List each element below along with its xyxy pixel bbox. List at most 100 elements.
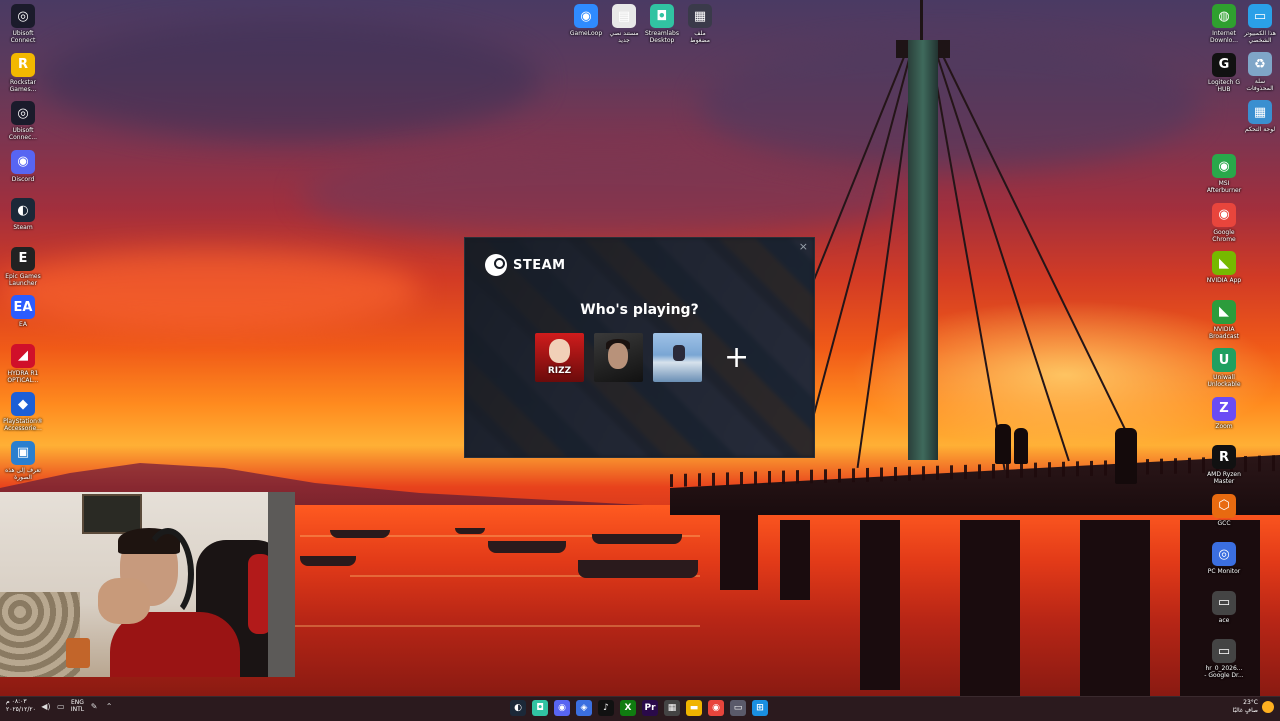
close-button[interactable]: × — [799, 240, 808, 253]
profile-avatar-3[interactable] — [653, 333, 702, 382]
pc-monitor-icon: ◎ — [1212, 542, 1236, 566]
weather-description: صافٍ غالبًا — [1232, 707, 1258, 714]
desktop-shortcut[interactable]: ◉ MSI Afterburner — [1202, 154, 1246, 194]
desktop-shortcut[interactable]: ◣ NVIDIA Broadcast — [1202, 299, 1246, 340]
shortcut-label: Discord — [11, 175, 35, 183]
boat — [488, 541, 566, 553]
sea-glimmer — [280, 625, 700, 627]
volume-icon[interactable]: ◀) — [41, 701, 51, 711]
desktop-shortcut[interactable]: ◎ Ubisoft Connect — [1, 4, 45, 44]
shortcut-label: سلة المحذوفات — [1246, 78, 1274, 92]
spotlight-icon: ▣ — [11, 440, 35, 465]
desktop-shortcut[interactable]: ⬡ GCC — [1202, 493, 1246, 527]
rockstar-icon: R — [11, 52, 35, 77]
cloud — [40, 20, 540, 140]
clock[interactable]: ٠٨:٠٣ م ٢٠٢٥/١٢/٢٠ — [6, 698, 36, 714]
taskbar-premiere-icon[interactable]: Pr — [642, 700, 658, 716]
taskbar-streamlabs-icon[interactable]: ◘ — [532, 700, 548, 716]
person-hand — [98, 578, 150, 624]
desktop-shortcut[interactable]: ◣ NVIDIA App — [1202, 251, 1246, 284]
desktop-shortcut[interactable]: Z Zoom — [1202, 396, 1246, 430]
uniwall-icon: U — [1212, 348, 1236, 372]
logitech-ghub-icon: G — [1212, 52, 1236, 77]
taskbar-file-explorer-icon[interactable]: ▬ — [686, 700, 702, 716]
weather-widget[interactable]: 23°C صافٍ غالبًا — [1233, 699, 1258, 715]
desktop-shortcut[interactable]: ◎ Ubisoft Connec... — [1, 101, 45, 141]
shortcut-label: Steam — [13, 224, 33, 231]
file-icon: ▭ — [1212, 590, 1236, 615]
desktop-shortcut[interactable]: EA EA — [1, 295, 45, 328]
desktop-shortcut[interactable]: ◉ Google Chrome — [1202, 202, 1246, 243]
language-indicator[interactable]: ENG INTL — [71, 699, 84, 713]
desktop-shortcut[interactable]: ▭ hr_0_2026... - Google Dr... — [1202, 639, 1246, 679]
shortcut-label: Epic Games Launcher — [5, 272, 41, 287]
boat — [300, 556, 356, 566]
shortcut-label: Uniwall Unlockable — [1207, 374, 1241, 388]
taskbar-calendar-icon[interactable]: ▦ — [664, 700, 680, 716]
cloud — [0, 250, 420, 330]
chevron-up-icon[interactable]: ⌃ — [104, 701, 114, 711]
desktop-shortcut[interactable]: ◎ PC Monitor — [1202, 542, 1246, 575]
cup — [66, 638, 90, 668]
steam-logo: STEAM — [485, 254, 566, 276]
taskbar: ٠٨:٠٣ م ٢٠٢٥/١٢/٢٠ ◀) ▭ ENG INTL ✎ ⌃ ◐ ◘ ◉… — [0, 696, 1280, 721]
shortcut-label: AMD Ryzen Master — [1207, 471, 1241, 485]
desktop-shortcut[interactable]: ♻ سلة المحذوفات — [1238, 52, 1280, 92]
shortcut-label: EA — [19, 321, 27, 328]
profile-list: RIZZ + — [535, 333, 749, 382]
shortcut-label: NVIDIA App — [1206, 277, 1242, 284]
chrome-icon: ◉ — [1212, 202, 1236, 227]
shortcut-label: NVIDIA Broadcast — [1208, 325, 1240, 340]
shortcut-label: Rockstar Games... — [9, 78, 37, 93]
steam-icon: ◐ — [11, 198, 35, 222]
sun-icon — [1262, 701, 1274, 713]
this-pc-icon: ▭ — [1248, 4, 1272, 28]
bridge-pylon — [908, 40, 938, 460]
desktop-shortcut[interactable]: ◉ Discord — [1, 149, 45, 183]
desktop-shortcut[interactable]: ◐ Steam — [1, 198, 45, 231]
playstation-accessories-icon: ◆ — [11, 392, 35, 416]
nvidia-broadcast-icon: ◣ — [1212, 299, 1236, 324]
add-account-button[interactable]: + — [724, 342, 749, 373]
steam-icon — [485, 254, 507, 276]
boat — [455, 528, 485, 534]
recycle-bin-icon: ♻ — [1248, 52, 1272, 76]
desktop-shortcut[interactable]: ◢ HYDRA R1 OPTICAL... — [1, 343, 45, 384]
desktop-shortcut[interactable]: E Epic Games Launcher — [1, 246, 45, 287]
taskbar-tiktok-icon[interactable]: ♪ — [598, 700, 614, 716]
discord-icon: ◉ — [11, 149, 35, 174]
taskbar-right: 23°C صافٍ غالبًا — [1233, 699, 1274, 715]
profile-avatar-1[interactable]: RIZZ — [535, 333, 584, 382]
pen-icon[interactable]: ✎ — [89, 701, 99, 711]
avatar-face — [608, 343, 628, 369]
desktop-shortcut[interactable]: R AMD Ryzen Master — [1202, 445, 1246, 485]
desktop-shortcut[interactable]: U Uniwall Unlockable — [1202, 348, 1246, 388]
desktop-shortcut[interactable]: ▭ ace — [1202, 590, 1246, 624]
network-icon[interactable]: ▭ — [56, 701, 66, 711]
archive-icon: ▦ — [688, 4, 712, 28]
taskbar-steam-icon[interactable]: ◐ — [510, 700, 526, 716]
shortcut-label: Zoom — [1215, 422, 1233, 430]
taskbar-xbox-icon[interactable]: X — [620, 700, 636, 716]
shortcut-label: Ubisoft Connect — [10, 30, 36, 44]
taskbar-start-icon[interactable]: ⊞ — [752, 700, 768, 716]
desktop-shortcut[interactable]: R Rockstar Games... — [1, 52, 45, 93]
desktop-shortcut[interactable]: ▭ هذا الكمبيوتر الشخصي — [1238, 4, 1280, 44]
taskbar-settings-icon[interactable]: ◈ — [576, 700, 592, 716]
boat — [578, 560, 698, 578]
gcc-icon: ⬡ — [1212, 493, 1236, 518]
pier-support — [860, 520, 900, 690]
shortcut-label: GCC — [1217, 519, 1231, 527]
desktop-shortcut[interactable]: ▣ تعرف إلى هذه الصورة — [1, 440, 45, 481]
taskbar-chrome-icon[interactable]: ◉ — [708, 700, 724, 716]
desktop-shortcut[interactable]: ▦ ملف مضغوط — [678, 4, 722, 44]
clock-time: ٠٨:٠٣ م — [6, 698, 27, 705]
pylon-mast — [920, 0, 923, 42]
desktop-shortcut[interactable]: ◆ PlayStation® Accessorie... — [1, 392, 45, 432]
taskbar-discord-icon[interactable]: ◉ — [554, 700, 570, 716]
taskbar-window-icon[interactable]: ▭ — [730, 700, 746, 716]
shortcut-label: ملف مضغوط — [690, 30, 710, 44]
desktop-shortcut[interactable]: ▦ لوحة التحكم — [1238, 100, 1280, 133]
profile-avatar-2[interactable] — [594, 333, 643, 382]
epic-games-icon: E — [11, 246, 35, 271]
